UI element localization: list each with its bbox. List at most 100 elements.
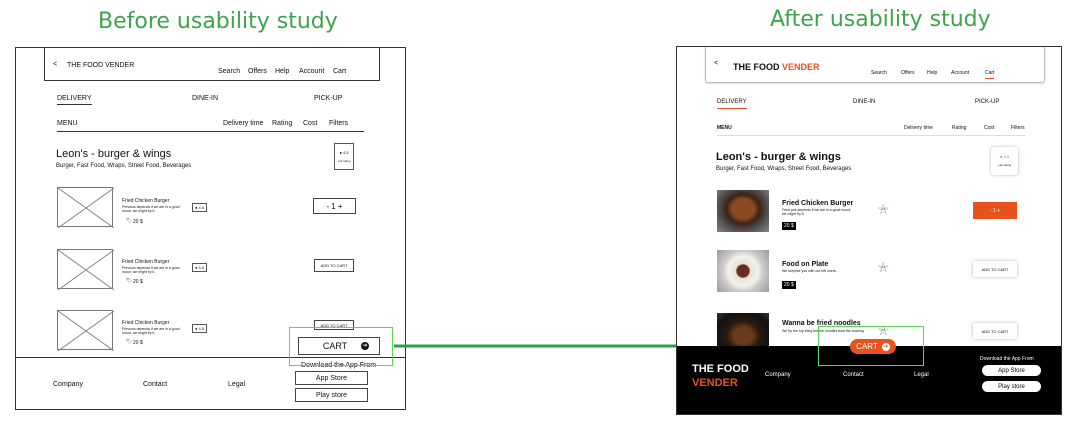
footer-legal[interactable]: Legal [914,372,929,378]
divider [717,135,1025,136]
rating-count: +1k rating [997,163,1012,167]
item-desc: Previous depends if we are in a good moo… [122,266,180,274]
item-desc: We surprise you with our left overs. [782,269,837,273]
sort-delivery-time[interactable]: Delivery time [223,120,263,127]
item-desc: Fried pcit depends if we are in a good m… [782,208,852,216]
highlight-box-after [818,326,924,366]
item-name: Food on Plate [782,261,829,268]
brand-logo[interactable]: THE FOOD VENDER [733,62,820,72]
rating-count: +1k rating [337,159,351,163]
item-name: Fried Chicken Burger [782,200,854,207]
restaurant-name: Leon's - burger & wings [716,151,841,163]
item-name: Fried Chicken Burger [122,320,170,326]
divider [57,131,364,132]
item-rating-value: 4.5 [198,205,205,210]
download-label: Download the App From [980,356,1034,362]
nav-account[interactable]: Account [951,70,969,76]
nav-search[interactable]: Search [871,70,887,76]
nav-help[interactable]: Help [275,68,289,75]
item-image-placeholder [57,187,114,228]
restaurant-tags: Burger, Fast Food, Wraps, Street Food, B… [56,163,192,169]
tab-delivery[interactable]: DELIVERY [57,95,92,105]
item-rating: ● 4.5 [192,324,208,333]
footer-brand-a: THE FOOD [692,363,749,375]
nav-cart[interactable]: Cart [985,70,995,79]
item-desc: Previous depends if we are in a good moo… [122,205,180,213]
menu-label: MENU [717,125,732,131]
nav-offers[interactable]: Offers [248,68,267,75]
tag-icon: 🏷 [126,339,133,345]
tab-pick-up[interactable]: PICK-UP [975,99,999,105]
item-name: Fried Chicken Burger [122,259,170,265]
item-name: Fried Chicken Burger [122,198,170,204]
item-rating: ● 4.5 [192,203,208,212]
tab-delivery[interactable]: DELIVERY [717,99,747,109]
item-rating: 4.5 [881,265,886,269]
item-rating: ● 4.5 [192,263,208,272]
sort-cost[interactable]: Cost [303,120,317,127]
before-title: Before usability study [98,9,338,34]
footer-company[interactable]: Company [53,381,83,388]
item-price: 20 $ [133,219,143,225]
nav-search[interactable]: Search [218,68,240,75]
highlight-box-before [289,327,393,366]
menu-label: MENU [57,120,78,127]
restaurant-tags: Burger, Fast Food, Wraps, Street Food, B… [716,166,852,172]
brand-word-a: THE FOOD [733,62,780,72]
tab-dine-in[interactable]: DINE-IN [192,95,218,102]
play-store-button[interactable]: Play store [295,388,368,402]
rating-value: 4.5 [342,150,349,155]
back-icon[interactable]: < [53,61,57,68]
item-desc: Previous depends if we are in a good moo… [122,327,180,335]
item-image-placeholder [57,249,114,290]
item-rating-value: 4.5 [198,326,205,331]
rating-value: 4.5 [1003,154,1010,159]
header-bar: < THE FOOD VENDER Search Offers Help Acc… [705,47,1045,83]
burger-photo [717,190,769,232]
header-bar: < THE FOOD VENDER Search Offers Help Acc… [44,48,380,81]
add-to-cart-button[interactable]: ADD TO CART [314,259,354,272]
plate-photo [717,250,769,292]
rating-badge: ● 4.5 +1k rating [991,147,1018,175]
add-to-cart-button[interactable]: ADD TO CART [973,261,1017,277]
sort-rating[interactable]: Rating [272,120,292,127]
item-price: 20 $ [133,279,143,285]
nav-cart[interactable]: Cart [333,68,346,75]
restaurant-name: Leon's - burger & wings [56,148,172,160]
sort-filters[interactable]: Filters [1011,125,1025,131]
brand-word-b: VENDER [782,62,820,72]
app-store-button[interactable]: App Store [982,365,1041,376]
sort-cost[interactable]: Cost [984,125,994,131]
tag-icon: 🏷 [126,278,133,284]
sort-rating[interactable]: Rating [952,125,966,131]
tab-pick-up[interactable]: PICK-UP [314,95,342,102]
item-price: 20 $ [782,281,796,289]
item-price: 20 $ [133,340,143,346]
footer-brand-b: VENDER [692,377,738,389]
item-price: 20 $ [782,222,796,230]
nav-account[interactable]: Account [299,68,324,75]
quantity-stepper[interactable]: - 1 + [313,198,356,214]
item-rating: 4.5 [881,207,886,211]
footer-contact[interactable]: Contact [143,381,167,388]
tag-icon: 🏷 [126,218,133,224]
footer-legal[interactable]: Legal [228,381,245,388]
footer-brand: THE FOOD VENDER [692,362,749,390]
sort-delivery-time[interactable]: Delivery time [904,125,933,131]
item-rating-value: 4.5 [198,265,205,270]
add-to-cart-button[interactable]: ADD TO CART [973,323,1017,339]
nav-help[interactable]: Help [927,70,937,76]
rating-badge: ● 4.5 +1k rating [334,143,354,170]
sort-filters[interactable]: Filters [329,120,348,127]
tab-dine-in[interactable]: DINE-IN [853,99,875,105]
play-store-button[interactable]: Play store [982,381,1041,392]
nav-offers[interactable]: Offers [901,70,915,76]
footer-company[interactable]: Company [765,372,791,378]
quantity-stepper[interactable]: - 1 + [973,202,1017,219]
item-image-placeholder [57,310,114,351]
after-title: After usability study [770,7,991,32]
footer-contact[interactable]: Contact [843,372,864,378]
brand-logo[interactable]: THE FOOD VENDER [67,62,134,69]
back-icon[interactable]: < [714,60,718,67]
app-store-button[interactable]: App Store [295,371,368,385]
